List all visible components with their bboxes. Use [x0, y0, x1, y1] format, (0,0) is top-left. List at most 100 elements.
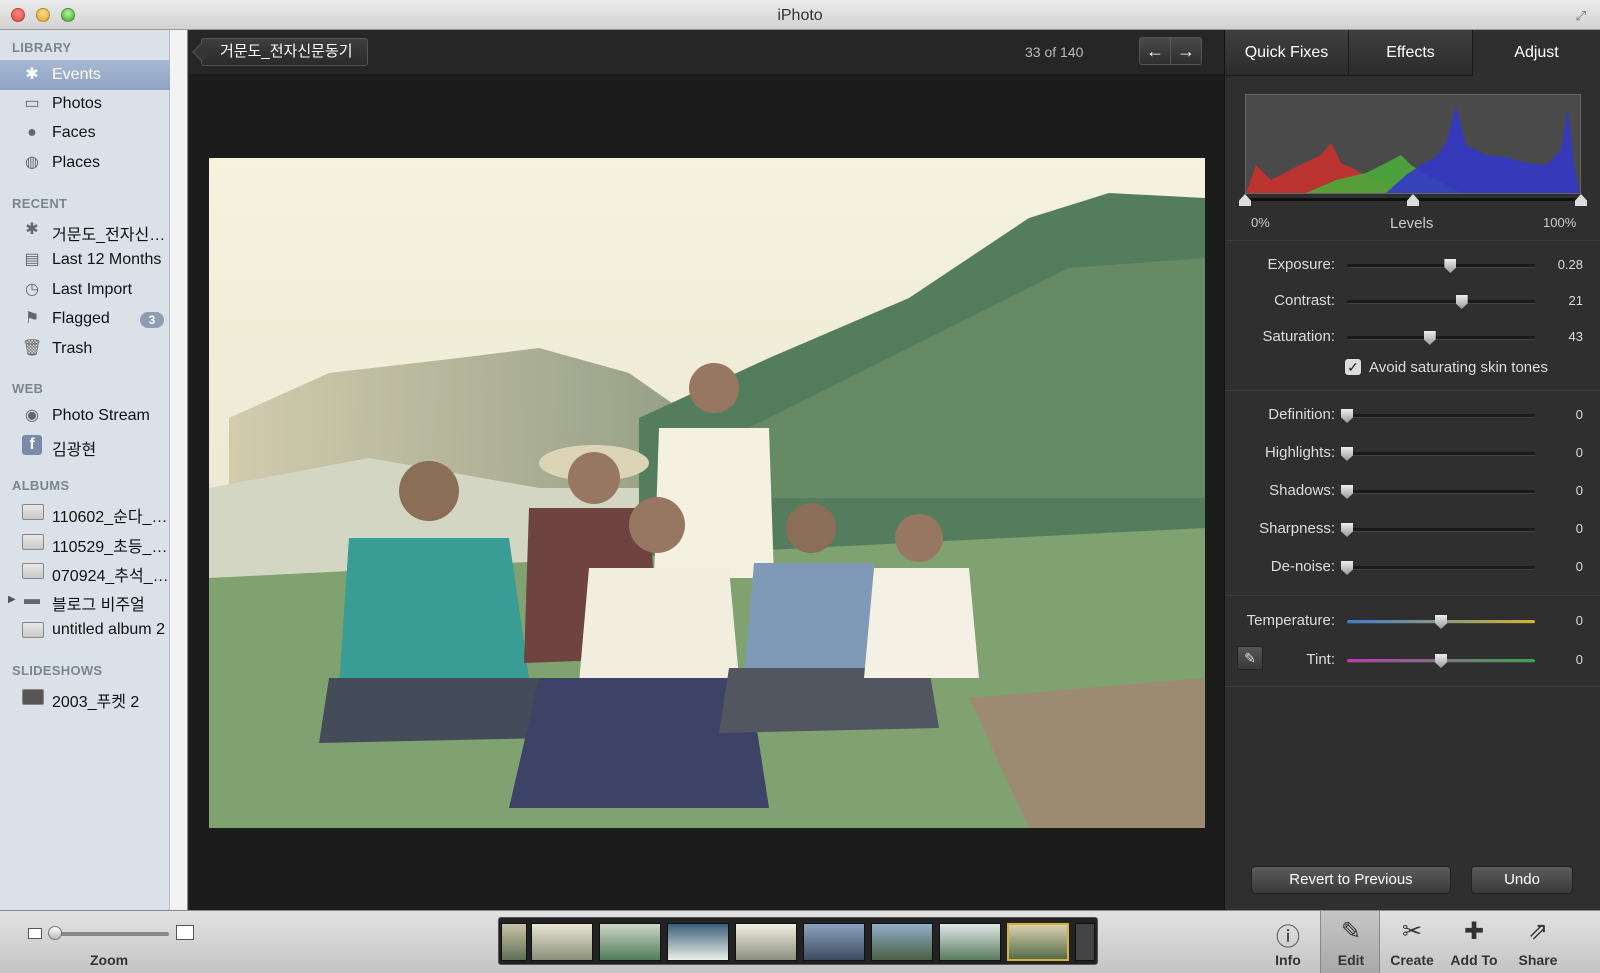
undo-button[interactable]: Undo	[1471, 866, 1573, 894]
sidebar-item-facebook-account[interactable]: f 김광현	[0, 430, 170, 460]
film-thumbnail[interactable]	[667, 923, 729, 961]
breadcrumb-event-button[interactable]: 거문도_전자신문동기	[192, 38, 368, 66]
sidebar-item-faces[interactable]: ● Faces	[0, 118, 170, 148]
add-to-button[interactable]: ✚ Add To	[1444, 911, 1504, 973]
slider-value: 21	[1568, 293, 1583, 308]
main-photo[interactable]	[209, 158, 1205, 828]
sidebar-item-label: untitled album 2	[52, 621, 165, 638]
sidebar-item-last-import[interactable]: ◷ Last Import	[0, 275, 170, 305]
slider-knob[interactable]	[1455, 295, 1468, 309]
sidebar-item-label: Last 12 Months	[52, 251, 162, 268]
previous-photo-button[interactable]: ←	[1139, 37, 1171, 65]
slider-track[interactable]	[1347, 264, 1535, 268]
slider-row: Shadows: 0	[1225, 480, 1600, 504]
film-thumbnail[interactable]	[599, 923, 661, 961]
levels-histogram	[1245, 94, 1581, 194]
slider-row: Tint: 0	[1225, 649, 1600, 673]
filmstrip[interactable]	[498, 917, 1098, 965]
sidebar-item-trash[interactable]: 🗑 Trash	[0, 334, 170, 364]
slider-track[interactable]	[1347, 566, 1535, 570]
library-header: LIBRARY	[12, 40, 72, 55]
slider-knob[interactable]	[1435, 654, 1447, 668]
slider-knob[interactable]	[1435, 615, 1447, 629]
slider-knob[interactable]	[1423, 331, 1436, 345]
tab-adjust[interactable]: Adjust	[1473, 30, 1600, 76]
tab-effects[interactable]: Effects	[1349, 30, 1473, 76]
sidebar-item-slideshow[interactable]: 2003_푸켓 2	[0, 682, 170, 712]
photo-stream-icon: ◉	[25, 407, 39, 424]
albums-header: ALBUMS	[12, 478, 70, 493]
flagged-count-badge: 3	[140, 312, 164, 328]
film-thumbnail[interactable]	[871, 923, 933, 961]
info-button[interactable]: ⓘ Info	[1258, 911, 1318, 973]
sidebar-item-last-12-months[interactable]: ▤ Last 12 Months	[0, 245, 170, 275]
slider-track[interactable]	[1347, 300, 1535, 304]
slider-track[interactable]	[1347, 528, 1535, 532]
revert-to-previous-button[interactable]: Revert to Previous	[1251, 866, 1451, 894]
sidebar-item-folder[interactable]: ▶ ▬ 블로그 비주얼	[0, 585, 170, 615]
create-icon: ✂	[1401, 918, 1423, 945]
slider-track[interactable]	[1347, 336, 1535, 340]
eyedropper-button[interactable]: ✎	[1237, 646, 1263, 670]
slider-knob[interactable]	[1341, 447, 1353, 461]
slider-track[interactable]	[1347, 490, 1535, 494]
slider-knob[interactable]	[1341, 409, 1353, 423]
sidebar-item-photos[interactable]: ▭ Photos	[0, 89, 170, 119]
sidebar-item-label: 거문도_전자신…	[52, 227, 166, 244]
share-icon: ⇗	[1527, 918, 1549, 945]
slider-track[interactable]	[1347, 452, 1535, 456]
sidebar-item-places[interactable]: ◍ Places	[0, 148, 170, 178]
sidebar-item-album[interactable]: 110529_초등_…	[0, 527, 170, 557]
photo-counter: 33 of 140	[1025, 44, 1084, 60]
edit-label: Edit	[1337, 952, 1365, 968]
disclosure-triangle-icon[interactable]: ▶	[8, 594, 16, 605]
levels-min-label: 0%	[1251, 215, 1270, 230]
edit-button[interactable]: ✎ Edit	[1320, 911, 1380, 973]
film-thumbnail[interactable]	[939, 923, 1001, 961]
slider-track[interactable]	[1347, 414, 1535, 418]
slider-value: 0	[1575, 613, 1583, 628]
film-thumbnail[interactable]	[803, 923, 865, 961]
sidebar-splitter[interactable]	[170, 30, 188, 910]
slider-knob[interactable]	[1341, 561, 1353, 575]
zoom-out-icon[interactable]	[28, 928, 42, 939]
pencil-icon: ✎	[1340, 918, 1362, 945]
add-to-label: Add To	[1450, 952, 1498, 968]
next-photo-button[interactable]: →	[1170, 37, 1202, 65]
photo-viewer: 거문도_전자신문동기 33 of 140 ← →	[189, 30, 1224, 910]
web-header: WEB	[12, 381, 44, 396]
film-thumbnail[interactable]	[1075, 923, 1095, 961]
zoom-slider-knob[interactable]	[48, 926, 62, 940]
levels-label: Levels	[1390, 215, 1434, 232]
levels-black-point-handle[interactable]	[1239, 194, 1251, 206]
slider-knob[interactable]	[1341, 523, 1353, 537]
sidebar-item-album[interactable]: untitled album 2	[0, 615, 170, 645]
share-button[interactable]: ⇗ Share	[1508, 911, 1568, 973]
zoom-in-icon[interactable]	[176, 925, 194, 940]
levels-white-point-handle[interactable]	[1575, 194, 1587, 206]
sidebar-item-events[interactable]: ✱ Events	[0, 60, 170, 90]
sidebar-item-label: 김광현	[52, 442, 97, 459]
slider-value: 0	[1575, 407, 1583, 422]
sidebar-item-album[interactable]: 110602_순다_…	[0, 497, 170, 527]
slider-knob[interactable]	[1444, 259, 1457, 273]
tab-quick-fixes[interactable]: Quick Fixes	[1225, 30, 1349, 76]
sidebar-item-photo-stream[interactable]: ◉ Photo Stream	[0, 401, 170, 431]
sidebar-item-recent-event[interactable]: ✱ 거문도_전자신…	[0, 215, 170, 245]
create-button[interactable]: ✂ Create	[1382, 911, 1442, 973]
film-thumbnail[interactable]	[735, 923, 797, 961]
slider-knob[interactable]	[1341, 485, 1353, 499]
slider-label: Definition:	[1268, 406, 1335, 423]
sidebar-item-flagged[interactable]: ⚑ Flagged 3	[0, 304, 170, 334]
zoom-slider-track[interactable]	[54, 932, 169, 936]
film-thumbnail-current[interactable]	[1007, 923, 1069, 961]
levels-midpoint-handle[interactable]	[1407, 194, 1419, 206]
sidebar-item-album[interactable]: 070924_추석_…	[0, 556, 170, 586]
slider-row: De-noise: 0	[1225, 556, 1600, 580]
edit-panel: Quick Fixes Effects Adjust 0% Levels 100…	[1224, 30, 1600, 910]
sidebar-item-label: Photo Stream	[52, 407, 150, 424]
film-thumbnail[interactable]	[531, 923, 593, 961]
film-thumbnail[interactable]	[501, 923, 527, 961]
slider-row: Contrast: 21	[1225, 290, 1600, 314]
fullscreen-icon[interactable]: ⤢	[1576, 8, 1586, 24]
